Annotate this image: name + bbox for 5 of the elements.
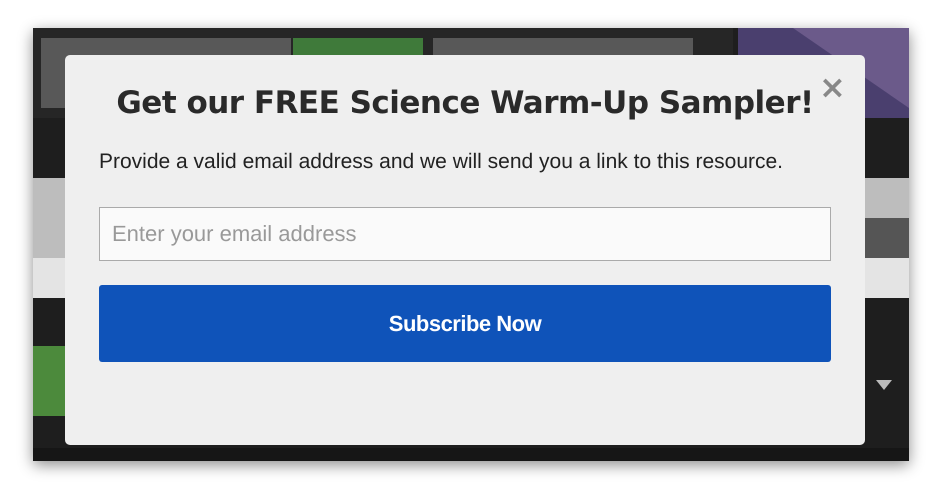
caret-icon[interactable] xyxy=(876,380,892,390)
modal-title: Get our FREE Science Warm-Up Sampler! xyxy=(115,85,815,121)
email-input[interactable]: Enter your email address xyxy=(99,207,831,261)
modal-message: Provide a valid email address and we will send you a link to this resource. xyxy=(99,149,784,175)
subscribe-button[interactable]: Subscribe Now xyxy=(99,285,831,362)
